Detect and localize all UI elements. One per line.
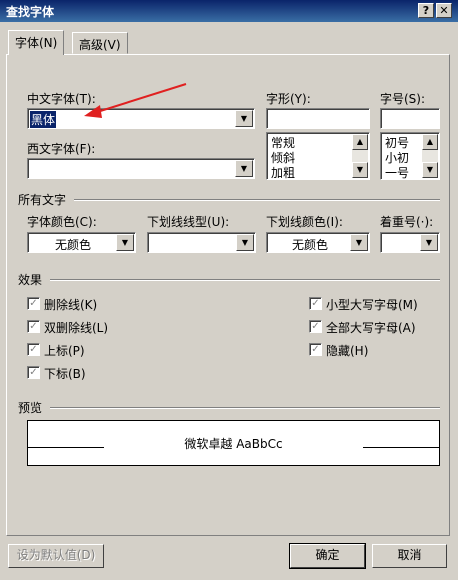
chinese-font-value: 黑体: [30, 111, 57, 128]
window-title: 查找字体: [6, 5, 55, 19]
superscript-checkbox[interactable]: ✓: [27, 343, 40, 356]
all-caps-checkbox[interactable]: ✓: [309, 320, 322, 333]
underline-type-label: 下划线线型(U):: [147, 215, 230, 229]
list-item[interactable]: 一号: [385, 164, 409, 181]
hidden-checkbox[interactable]: ✓: [309, 343, 322, 356]
preview-box: 微软卓越 AaBbCc: [27, 420, 440, 466]
scroll-up-icon[interactable]: ▲: [422, 134, 438, 150]
small-caps-label: 小型大写字母(M): [326, 298, 418, 312]
font-style-label: 字形(Y):: [266, 92, 311, 106]
underline-color-combo[interactable]: 无颜色 ▼: [266, 232, 370, 253]
font-size-label: 字号(S):: [380, 92, 426, 106]
font-style-list[interactable]: 常规 倾斜 加粗 ▲ ▼: [266, 132, 370, 180]
dropdown-arrow-icon[interactable]: ▼: [116, 234, 134, 251]
annotation-arrow-icon: [84, 83, 187, 118]
underline-type-combo[interactable]: ▼: [147, 232, 256, 253]
font-size-list[interactable]: 初号 小初 一号 ▲ ▼: [380, 132, 440, 180]
divider: [50, 279, 440, 281]
font-style-input[interactable]: [266, 108, 370, 129]
superscript-label: 上标(P): [44, 344, 85, 358]
strikethrough-checkbox[interactable]: ✓: [27, 297, 40, 310]
font-color-value: 无颜色: [54, 238, 91, 252]
dropdown-arrow-icon[interactable]: ▼: [420, 234, 438, 251]
double-strikethrough-label: 双删除线(L): [44, 321, 109, 335]
close-button[interactable]: ✕: [436, 3, 452, 18]
all-caps-label: 全部大写字母(A): [326, 321, 416, 335]
scrollbar[interactable]: ▲ ▼: [352, 134, 368, 178]
scroll-up-icon[interactable]: ▲: [352, 134, 368, 150]
small-caps-checkbox[interactable]: ✓: [309, 297, 322, 310]
dropdown-arrow-icon[interactable]: ▼: [350, 234, 368, 251]
cancel-button[interactable]: 取消: [372, 544, 447, 568]
set-default-button[interactable]: 设为默认值(D): [8, 544, 104, 568]
scroll-down-icon[interactable]: ▼: [422, 162, 438, 178]
subscript-checkbox[interactable]: ✓: [27, 366, 40, 379]
all-text-section-label: 所有文字: [18, 193, 67, 207]
dropdown-arrow-icon[interactable]: ▼: [236, 234, 254, 251]
scroll-down-icon[interactable]: ▼: [352, 162, 368, 178]
dropdown-arrow-icon[interactable]: ▼: [235, 110, 253, 127]
tab-advanced[interactable]: 高级(V): [72, 32, 128, 54]
western-font-combo[interactable]: ▼: [27, 158, 255, 179]
tab-font[interactable]: 字体(N): [8, 30, 65, 55]
hidden-label: 隐藏(H): [326, 344, 369, 358]
list-item[interactable]: 加粗: [271, 164, 295, 181]
help-button[interactable]: ?: [418, 3, 434, 18]
underline-color-label: 下划线颜色(I):: [266, 215, 343, 229]
scrollbar[interactable]: ▲ ▼: [422, 134, 438, 178]
subscript-label: 下标(B): [44, 367, 86, 381]
effects-section-label: 效果: [18, 273, 43, 287]
emphasis-mark-combo[interactable]: ▼: [380, 232, 440, 253]
font-color-label: 字体颜色(C):: [27, 215, 97, 229]
double-strikethrough-checkbox[interactable]: ✓: [27, 320, 40, 333]
font-color-combo[interactable]: 无颜色 ▼: [27, 232, 136, 253]
strikethrough-label: 删除线(K): [44, 298, 98, 312]
preview-section-label: 预览: [18, 401, 43, 415]
divider: [50, 407, 440, 409]
emphasis-mark-label: 着重号(·):: [380, 215, 434, 229]
underline-color-value: 无颜色: [291, 238, 328, 252]
preview-sample-text: 微软卓越 AaBbCc: [184, 437, 283, 451]
western-font-label: 西文字体(F):: [27, 142, 96, 156]
title-bar: [0, 0, 458, 22]
ok-button[interactable]: 确定: [289, 543, 366, 569]
dropdown-arrow-icon[interactable]: ▼: [235, 160, 253, 177]
font-size-input[interactable]: [380, 108, 440, 129]
divider: [74, 199, 440, 201]
